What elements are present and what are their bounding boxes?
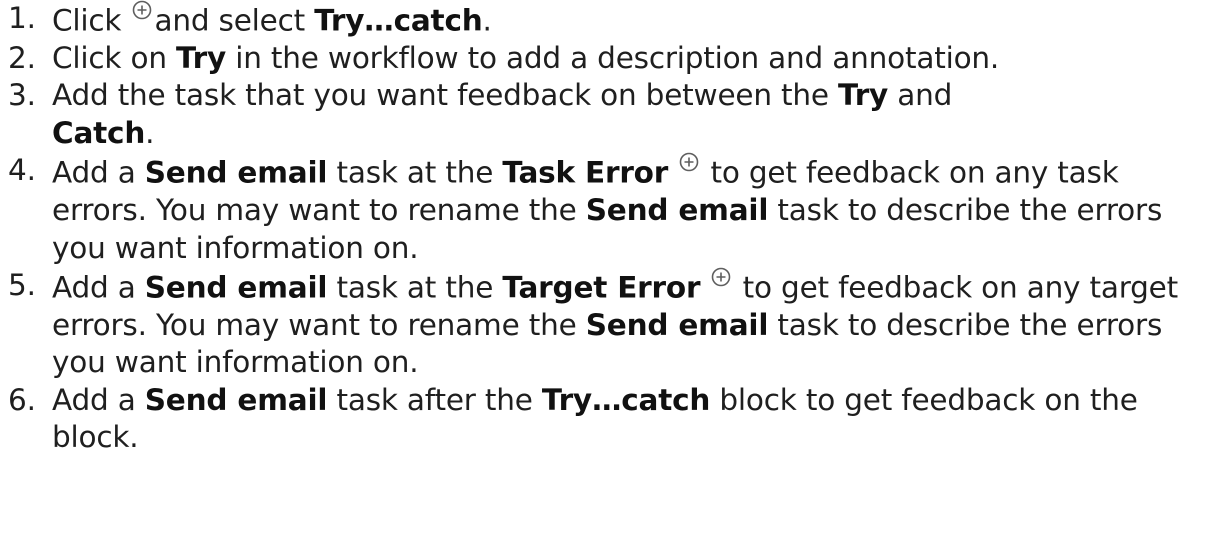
- step-number: 6.: [8, 382, 36, 417]
- step-6: 6. Add a Send email task after the Try…c…: [8, 382, 1219, 457]
- plus-circle-icon: [679, 152, 699, 172]
- ui-term: Try…catch: [314, 3, 483, 38]
- step-text: Add a: [52, 382, 145, 417]
- step-text: Add a: [52, 155, 145, 190]
- ui-term: Send email: [144, 382, 328, 417]
- step-text: task at the: [327, 155, 503, 190]
- step-text: Click on: [52, 40, 176, 75]
- step-text: .: [482, 3, 492, 38]
- step-text: in the workflow to add a description and…: [226, 40, 1000, 75]
- step-text: .: [145, 115, 155, 150]
- step-4: 4. Add a Send email task at the Task Err…: [8, 152, 1219, 267]
- ui-term: Target Error: [502, 270, 701, 305]
- ui-term: Try…catch: [541, 382, 711, 417]
- step-number: 1.: [8, 1, 36, 35]
- instruction-list: 1. Click and select Try…catch. 2. Click …: [0, 0, 1219, 457]
- ui-term: Send email: [585, 193, 769, 228]
- step-1: 1. Click and select Try…catch.: [8, 0, 1219, 40]
- step-5: 5. Add a Send email task at the Target E…: [8, 267, 1219, 382]
- ui-term: Catch: [52, 115, 146, 150]
- plus-circle-icon: [711, 267, 731, 287]
- step-text: Add a: [52, 270, 145, 305]
- step-text: Click: [52, 3, 131, 38]
- ui-term: Task Error: [502, 155, 669, 190]
- ui-term: Send email: [144, 155, 328, 190]
- step-number: 4.: [8, 153, 36, 188]
- ui-term: Send email: [144, 270, 328, 305]
- step-text: Add the task that you want feedback on b…: [52, 78, 839, 113]
- step-text: task at the: [327, 270, 503, 305]
- step-text: and select: [154, 3, 315, 38]
- ui-term: Try: [838, 78, 889, 113]
- step-text: and: [888, 78, 953, 113]
- ui-term: Send email: [585, 307, 769, 342]
- step-number: 5.: [8, 268, 36, 303]
- ui-term: Try: [176, 40, 227, 75]
- step-number: 3.: [8, 78, 36, 113]
- step-text: task after the: [327, 382, 542, 417]
- plus-circle-icon: [132, 0, 152, 20]
- step-3: 3. Add the task that you want feedback o…: [8, 77, 1219, 152]
- step-2: 2. Click on Try in the workflow to add a…: [8, 40, 1219, 78]
- step-number: 2.: [8, 40, 36, 75]
